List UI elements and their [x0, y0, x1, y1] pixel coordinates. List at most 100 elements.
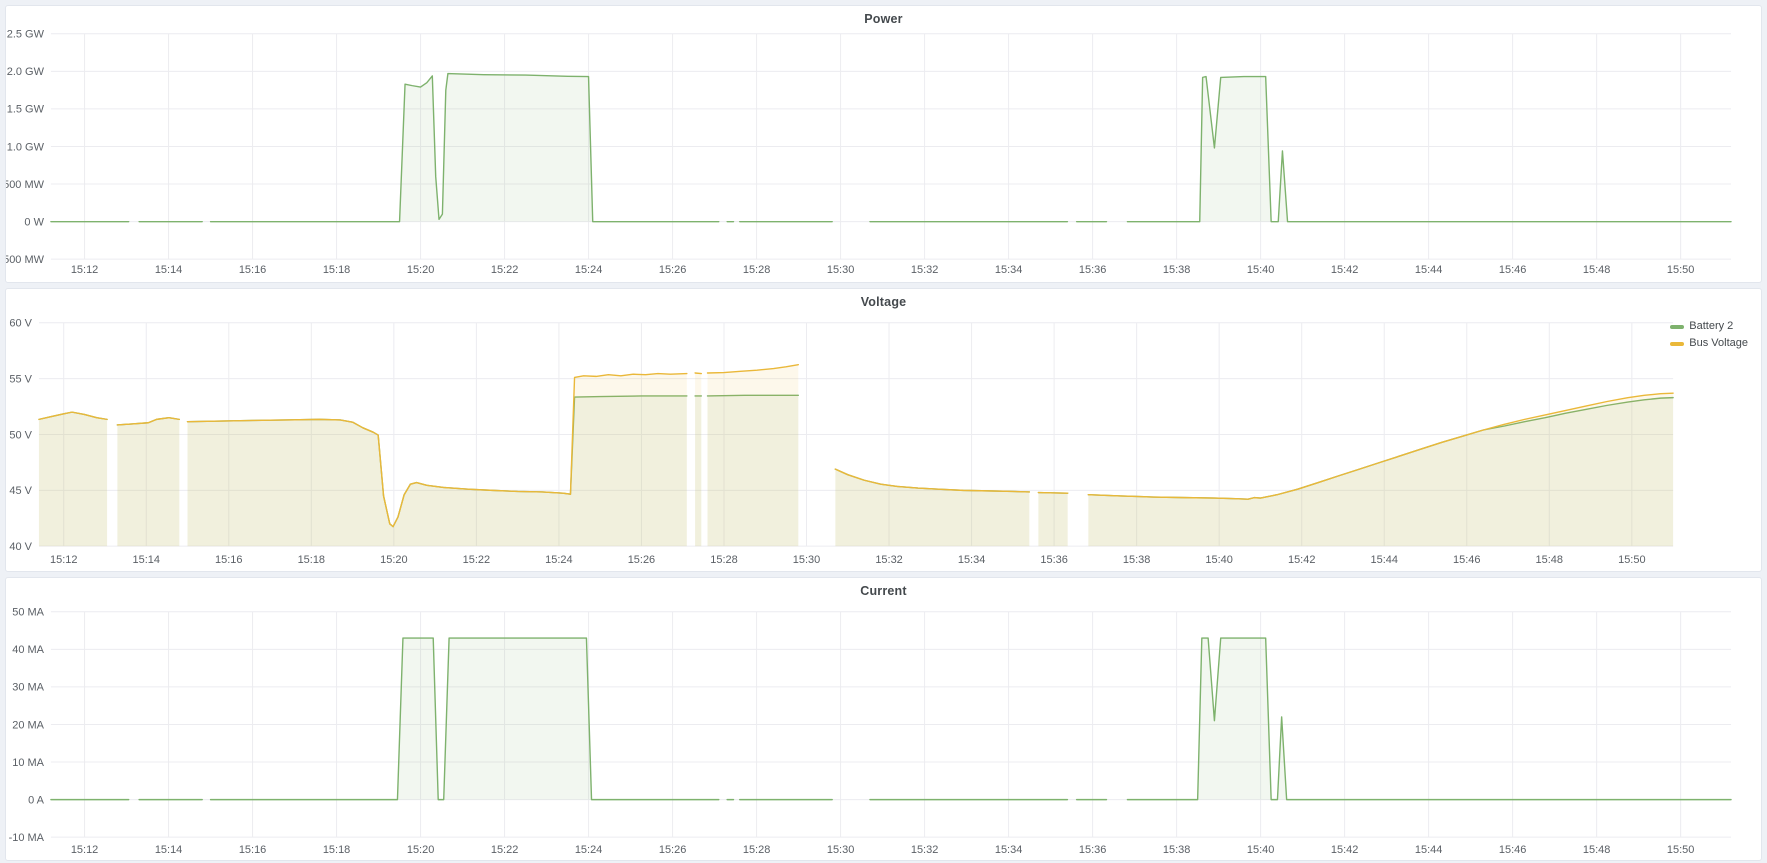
y-tick-label: 10 MA	[12, 757, 44, 769]
x-tick-label: 15:38	[1163, 844, 1190, 856]
y-tick-label: 1.5 GW	[7, 104, 45, 116]
x-tick-label: 15:16	[239, 264, 266, 276]
x-tick-label: 15:34	[958, 554, 985, 566]
x-tick-label: 15:46	[1499, 844, 1526, 856]
legend-label: Bus Voltage	[1689, 336, 1748, 351]
x-tick-label: 15:28	[710, 554, 737, 566]
voltage-panel-title[interactable]: Voltage	[6, 295, 1761, 309]
x-tick-label: 15:46	[1499, 264, 1526, 276]
y-tick-label: 40 MA	[12, 644, 44, 656]
x-tick-label: 15:12	[71, 844, 98, 856]
area-fill	[1088, 393, 1673, 546]
x-tick-label: 15:42	[1331, 844, 1358, 856]
x-tick-label: 15:18	[298, 554, 325, 566]
x-tick-label: 15:34	[995, 844, 1022, 856]
x-tick-label: 15:36	[1079, 264, 1106, 276]
y-tick-label: 45 V	[9, 485, 32, 497]
voltage-chart[interactable]: 60 V55 V50 V45 V40 V15:1215:1415:1615:18…	[6, 289, 1761, 571]
x-tick-label: 15:50	[1618, 554, 1645, 566]
area-fill	[117, 418, 179, 546]
x-tick-label: 15:30	[793, 554, 820, 566]
x-tick-label: 15:30	[827, 264, 854, 276]
x-tick-label: 15:26	[659, 264, 686, 276]
y-tick-label: 1.0 GW	[7, 141, 45, 153]
x-tick-label: 15:38	[1163, 264, 1190, 276]
power-panel-title[interactable]: Power	[6, 12, 1761, 26]
y-tick-label: 0 A	[28, 794, 45, 806]
y-tick-label: 500 MW	[6, 179, 45, 191]
series-power	[51, 74, 1731, 222]
area-fill	[1127, 77, 1731, 222]
y-tick-label: 30 MA	[12, 682, 44, 694]
x-tick-label: 15:40	[1247, 264, 1274, 276]
x-tick-label: 15:40	[1205, 554, 1232, 566]
y-tick-label: 40 V	[9, 541, 32, 553]
x-tick-label: 15:28	[743, 264, 770, 276]
x-tick-label: 15:32	[911, 264, 938, 276]
series-current	[51, 638, 1731, 800]
legend-marker-icon	[1670, 325, 1684, 329]
x-tick-label: 15:26	[659, 844, 686, 856]
area-fill	[211, 74, 719, 222]
legend-item-battery-2[interactable]: Battery 2	[1670, 319, 1748, 334]
y-tick-label: 50 MA	[12, 607, 44, 619]
x-tick-label: 15:14	[133, 554, 160, 566]
series-line	[1038, 493, 1067, 494]
x-tick-label: 15:44	[1371, 554, 1398, 566]
power-chart[interactable]: 2.5 GW2.0 GW1.5 GW1.0 GW500 MW0 W-500 MW…	[6, 6, 1761, 282]
x-tick-label: 15:34	[995, 264, 1022, 276]
legend-item-bus-voltage[interactable]: Bus Voltage	[1670, 336, 1748, 351]
x-tick-label: 15:20	[380, 554, 407, 566]
x-tick-label: 15:42	[1288, 554, 1315, 566]
y-tick-label: -500 MW	[6, 254, 45, 266]
area-fill	[708, 365, 799, 547]
x-tick-label: 15:46	[1453, 554, 1480, 566]
x-tick-label: 15:36	[1040, 554, 1067, 566]
x-tick-label: 15:28	[743, 844, 770, 856]
series-bus-voltage	[39, 365, 1673, 547]
x-tick-label: 15:20	[407, 844, 434, 856]
legend-label: Battery 2	[1689, 319, 1733, 334]
legend-marker-icon	[1670, 342, 1684, 346]
area-fill	[1127, 638, 1731, 800]
x-tick-label: 15:14	[155, 844, 182, 856]
area-fill	[187, 374, 686, 547]
gridlines	[51, 612, 1731, 837]
x-tick-label: 15:22	[463, 554, 490, 566]
x-tick-label: 15:14	[155, 264, 182, 276]
x-tick-label: 15:16	[215, 554, 242, 566]
y-tick-label: 2.0 GW	[7, 66, 45, 78]
x-tick-label: 15:32	[875, 554, 902, 566]
x-tick-label: 15:48	[1536, 554, 1563, 566]
x-tick-label: 15:50	[1667, 264, 1694, 276]
x-tick-label: 15:12	[50, 554, 77, 566]
x-tick-label: 15:30	[827, 844, 854, 856]
area-fill	[695, 373, 701, 546]
x-tick-label: 15:50	[1667, 844, 1694, 856]
area-fill	[39, 412, 107, 546]
x-tick-label: 15:12	[71, 264, 98, 276]
y-tick-label: 60 V	[9, 318, 32, 330]
x-tick-label: 15:24	[575, 264, 602, 276]
x-tick-label: 15:40	[1247, 844, 1274, 856]
current-chart[interactable]: 50 MA40 MA30 MA20 MA10 MA0 A-10 MA15:121…	[6, 578, 1761, 860]
x-tick-label: 15:42	[1331, 264, 1358, 276]
axis-labels: 50 MA40 MA30 MA20 MA10 MA0 A-10 MA15:121…	[9, 607, 1695, 856]
x-tick-label: 15:48	[1583, 844, 1610, 856]
area-fill	[211, 638, 719, 800]
x-tick-label: 15:38	[1123, 554, 1150, 566]
x-tick-label: 15:18	[323, 264, 350, 276]
x-tick-label: 15:48	[1583, 264, 1610, 276]
y-tick-label: 2.5 GW	[7, 29, 45, 41]
y-tick-label: 20 MA	[12, 719, 44, 731]
x-tick-label: 15:26	[628, 554, 655, 566]
current-panel-title[interactable]: Current	[6, 584, 1761, 598]
x-tick-label: 15:18	[323, 844, 350, 856]
x-tick-label: 15:44	[1415, 844, 1442, 856]
y-tick-label: 50 V	[9, 429, 32, 441]
x-tick-label: 15:20	[407, 264, 434, 276]
x-tick-label: 15:24	[545, 554, 572, 566]
current-panel: Current 50 MA40 MA30 MA20 MA10 MA0 A-10 …	[5, 577, 1762, 861]
area-fill	[1038, 493, 1067, 547]
x-tick-label: 15:36	[1079, 844, 1106, 856]
